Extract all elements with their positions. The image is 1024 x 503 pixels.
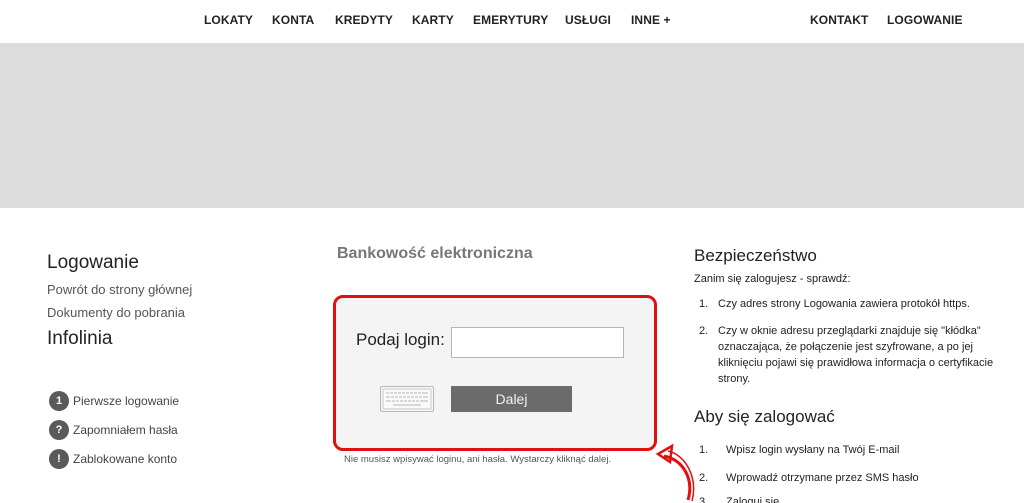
- howto-heading: Aby się zalogować: [694, 407, 835, 426]
- item-text: Wprowadź otrzymane przez SMS hasło: [726, 472, 919, 484]
- item-text: Czy adres strony Logowania zawiera proto…: [718, 298, 970, 310]
- virtual-keyboard-icon[interactable]: [380, 386, 434, 412]
- item-text: Zaloguj się: [726, 496, 780, 503]
- number-one-icon: 1: [49, 391, 69, 411]
- nav-item-inne[interactable]: INNE +: [631, 13, 671, 27]
- help-forgot-password[interactable]: ? Zapomniałem hasła: [49, 420, 178, 440]
- help-label: Zapomniałem hasła: [73, 423, 178, 437]
- top-navigation: LOKATY KONTA KREDYTY KARTY EMERYTURY USŁ…: [0, 0, 1024, 42]
- item-number: 3.: [699, 496, 709, 503]
- next-button[interactable]: Dalej: [451, 386, 572, 412]
- nav-item-kredyty[interactable]: KREDYTY: [335, 13, 393, 27]
- security-heading: Bezpieczeństwo: [694, 246, 817, 265]
- nav-item-emerytury[interactable]: EMERYTURY: [473, 13, 548, 27]
- nav-item-konta[interactable]: KONTA: [272, 13, 314, 27]
- question-icon: ?: [49, 420, 69, 440]
- curved-arrow-icon: [655, 443, 695, 502]
- item-number: 2.: [699, 472, 709, 484]
- item-text: Wpisz login wysłany na Twój E-mail: [726, 444, 900, 456]
- hero-banner: [0, 43, 1024, 208]
- left-heading-infolinia: Infolinia: [47, 328, 113, 349]
- help-label: Zablokowane konto: [73, 452, 178, 466]
- login-input[interactable]: [451, 327, 624, 358]
- item-text: Czy w oknie adresu przeglądarki znajduje…: [718, 325, 994, 385]
- help-label: Pierwsze logowanie: [73, 394, 180, 408]
- howto-item: 3. Zaloguj się: [699, 494, 999, 503]
- help-first-login[interactable]: 1 Pierwsze logowanie: [49, 391, 179, 411]
- link-documents[interactable]: Dokumenty do pobrania: [47, 305, 185, 320]
- login-hint: Nie musisz wpisywać loginu, ani hasła. W…: [344, 454, 612, 465]
- nav-item-uslugi[interactable]: USŁUGI: [565, 13, 611, 27]
- security-subtitle: Zanim się zalogujesz - sprawdź:: [694, 273, 851, 285]
- help-blocked-account[interactable]: ! Zablokowane konto: [49, 449, 177, 469]
- nav-item-lokaty[interactable]: LOKATY: [204, 13, 253, 27]
- link-home[interactable]: Powrót do strony głównej: [47, 282, 192, 297]
- nav-item-logowanie[interactable]: LOGOWANIE: [887, 13, 963, 27]
- item-number: 1.: [699, 444, 709, 456]
- left-heading-logowanie: Logowanie: [47, 252, 139, 273]
- page-title: Bankowość elektroniczna: [337, 245, 533, 262]
- item-number: 1.: [699, 298, 709, 310]
- item-number: 2.: [699, 325, 709, 337]
- exclamation-icon: !: [49, 449, 69, 469]
- login-label: Podaj login:: [356, 330, 445, 349]
- login-box-highlight: [333, 295, 657, 451]
- nav-item-kontakt[interactable]: KONTAKT: [810, 13, 868, 27]
- nav-item-karty[interactable]: KARTY: [412, 13, 454, 27]
